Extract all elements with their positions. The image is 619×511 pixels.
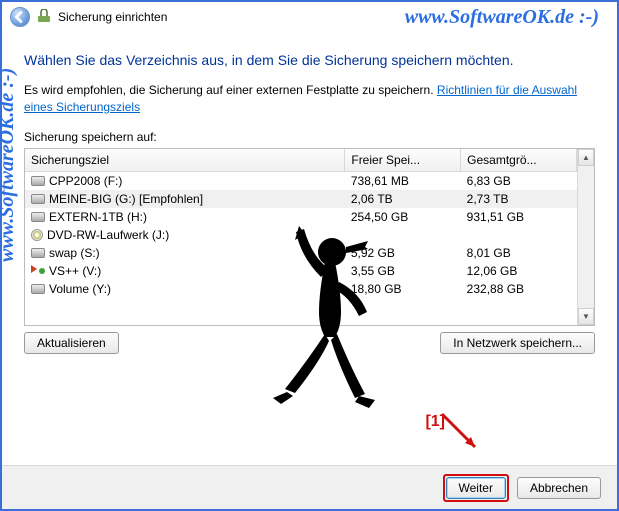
content-area: Wählen Sie das Verzeichnis aus, in dem S… — [2, 32, 617, 354]
total-size: 12,06 GB — [461, 262, 577, 280]
next-highlight: Weiter — [443, 474, 509, 502]
total-size: 232,88 GB — [461, 280, 577, 298]
drive-name: EXTERN-1TB (H:) — [49, 210, 147, 224]
description: Es wird empfohlen, die Sicherung auf ein… — [24, 82, 595, 116]
scroll-track[interactable] — [578, 166, 594, 308]
annotation-arrow-icon — [437, 409, 487, 459]
scrollbar[interactable]: ▲ ▼ — [577, 149, 594, 325]
table-row[interactable]: Volume (Y:) 18,80 GB232,88 GB — [25, 280, 577, 298]
col-target[interactable]: Sicherungsziel — [25, 149, 345, 172]
drive-name: swap (S:) — [49, 246, 100, 260]
total-size: 2,73 TB — [461, 190, 577, 208]
table-row[interactable]: MEINE-BIG (G:) [Empfohlen] 2,06 TB2,73 TB — [25, 190, 577, 208]
watermark-left: www.SoftwareOK.de :-) — [0, 68, 19, 262]
free-space: 3,55 GB — [345, 262, 461, 280]
free-space: 738,61 MB — [345, 171, 461, 190]
vs-drive-icon — [31, 265, 45, 277]
hard-drive-icon — [31, 176, 45, 186]
description-text: Es wird empfohlen, die Sicherung auf ein… — [24, 83, 437, 97]
back-button[interactable] — [10, 7, 30, 27]
drive-name: MEINE-BIG (G:) [Empfohlen] — [49, 192, 203, 206]
list-label: Sicherung speichern auf: — [24, 130, 595, 144]
hard-drive-icon — [31, 212, 45, 222]
table-buttons-row: Aktualisieren In Netzwerk speichern... — [24, 332, 595, 354]
watermark-top: www.SoftwareOK.de :-) — [405, 6, 599, 29]
next-button[interactable]: Weiter — [446, 477, 506, 499]
col-free[interactable]: Freier Spei... — [345, 149, 461, 172]
table-row[interactable]: VS++ (V:) 3,55 GB12,06 GB — [25, 262, 577, 280]
total-size: 931,51 GB — [461, 208, 577, 226]
total-size — [461, 226, 577, 244]
table-row[interactable]: EXTERN-1TB (H:) 254,50 GB931,51 GB — [25, 208, 577, 226]
drive-name: VS++ (V:) — [49, 264, 101, 278]
hard-drive-icon — [31, 194, 45, 204]
table-header-row: Sicherungsziel Freier Spei... Gesamtgrö.… — [25, 149, 577, 172]
drive-name: CPP2008 (F:) — [49, 174, 122, 188]
scroll-down-icon[interactable]: ▼ — [578, 308, 594, 325]
backup-target-table: Sicherungsziel Freier Spei... Gesamtgrö.… — [24, 148, 595, 326]
free-space: 2,06 TB — [345, 190, 461, 208]
cancel-button[interactable]: Abbrechen — [517, 477, 601, 499]
table-row[interactable]: swap (S:) 5,92 GB8,01 GB — [25, 244, 577, 262]
total-size: 8,01 GB — [461, 244, 577, 262]
free-space — [345, 226, 461, 244]
drive-name: DVD-RW-Laufwerk (J:) — [47, 228, 169, 242]
backup-icon — [36, 9, 52, 25]
refresh-button[interactable]: Aktualisieren — [24, 332, 119, 354]
hard-drive-icon — [31, 284, 45, 294]
free-space: 5,92 GB — [345, 244, 461, 262]
drive-name: Volume (Y:) — [49, 282, 111, 296]
free-space: 18,80 GB — [345, 280, 461, 298]
save-network-button[interactable]: In Netzwerk speichern... — [440, 332, 595, 354]
hard-drive-icon — [31, 248, 45, 258]
scroll-up-icon[interactable]: ▲ — [578, 149, 594, 166]
col-total[interactable]: Gesamtgrö... — [461, 149, 577, 172]
window-title: Sicherung einrichten — [58, 10, 167, 24]
total-size: 6,83 GB — [461, 171, 577, 190]
table-row[interactable]: CPP2008 (F:) 738,61 MB6,83 GB — [25, 171, 577, 190]
page-heading: Wählen Sie das Verzeichnis aus, in dem S… — [24, 52, 595, 68]
dvd-drive-icon — [31, 229, 43, 241]
table-row[interactable]: DVD-RW-Laufwerk (J:) — [25, 226, 577, 244]
footer: Weiter Abbrechen — [2, 465, 617, 509]
free-space: 254,50 GB — [345, 208, 461, 226]
